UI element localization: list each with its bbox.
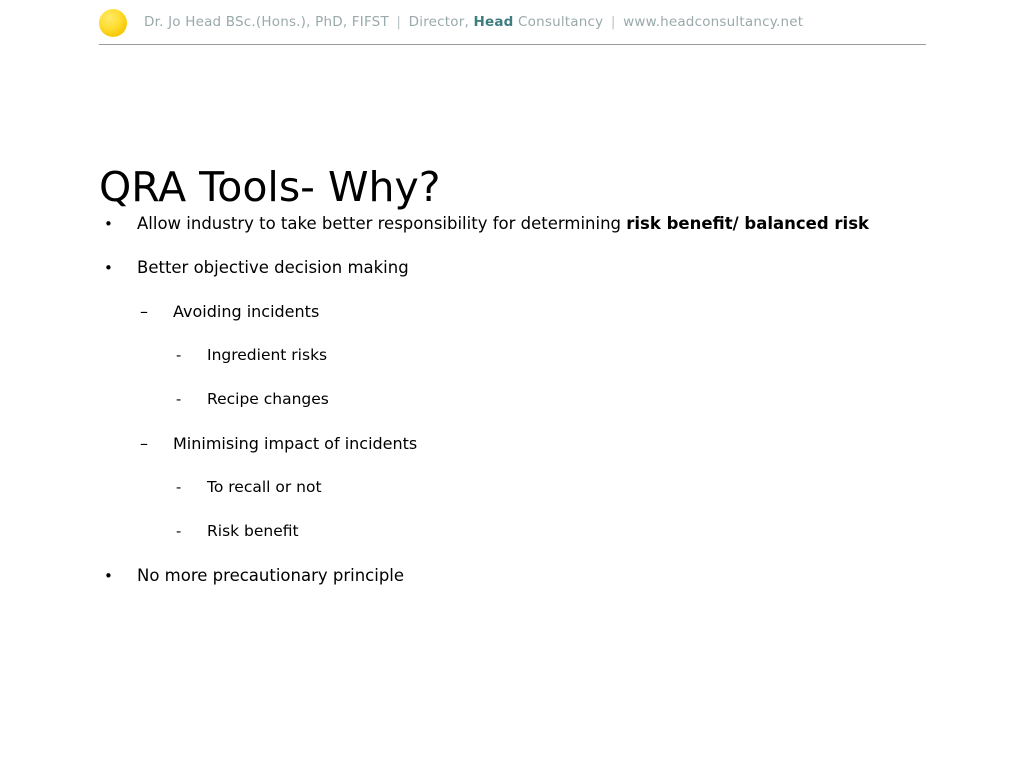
bullet-item-level1: • Better objective decision making [0,258,1024,302]
bullet-item-level3: - Recipe changes [0,390,1024,434]
bullet-text: To recall or not [207,478,322,496]
bullet-dot-icon: • [104,567,113,585]
hyphen-icon: - [176,524,182,540]
en-dash-icon: – [140,302,148,321]
header-separator-1: | [396,14,402,31]
gold-circle-logo-icon [99,9,127,37]
bullet-text: No more precautionary principle [137,566,405,585]
bullet-item-level3: - Ingredient risks [0,346,1024,390]
header-identity-block: Dr. Jo Head BSc.(Hons.), PhD, FIFST | Di… [99,5,803,41]
hyphen-icon: - [176,348,182,364]
bullet-item-level3: - To recall or not [0,478,1024,522]
bullet-dot-icon: • [104,259,113,277]
header-credentials-text: Dr. Jo Head BSc.(Hons.), PhD, FIFST | Di… [144,16,803,30]
slide-header: Dr. Jo Head BSc.(Hons.), PhD, FIFST | Di… [0,0,1024,48]
header-divider-rule [99,44,926,45]
bullet-text-bold: risk benefit/ balanced risk [626,214,870,233]
bullet-text: Avoiding incidents [173,302,320,321]
bullet-dot-icon: • [104,215,113,233]
slide-body-content: • Allow industry to take better responsi… [0,214,1024,610]
slide-title: QRA Tools- Why? [99,163,441,212]
bullet-text: Recipe changes [207,390,329,408]
header-role: Director, [408,14,469,31]
hyphen-icon: - [176,392,182,408]
bullet-item-level2: – Avoiding incidents [0,302,1024,346]
hyphen-icon: - [176,480,182,496]
bullet-text: Better objective decision making [137,258,409,277]
bullet-text: Risk benefit [207,522,299,540]
header-separator-2: | [610,14,616,31]
bullet-text: Allow industry to take better responsibi… [137,214,869,233]
header-name-credentials: Dr. Jo Head BSc.(Hons.), PhD, FIFST [144,14,389,31]
bullet-item-level1: • Allow industry to take better responsi… [0,214,1024,258]
bullet-item-level2: – Minimising impact of incidents [0,434,1024,478]
bullet-item-level1: • No more precautionary principle [0,566,1024,610]
bullet-item-level3: - Risk benefit [0,522,1024,566]
bullet-text-plain: Allow industry to take better responsibi… [137,214,627,233]
bullet-text: Minimising impact of incidents [173,434,418,453]
bullet-text: Ingredient risks [207,346,328,364]
en-dash-icon: – [140,434,148,453]
header-brand-name: Head [473,14,514,31]
header-brand-suffix: Consultancy [518,14,604,31]
header-website[interactable]: www.headconsultancy.net [623,14,803,30]
